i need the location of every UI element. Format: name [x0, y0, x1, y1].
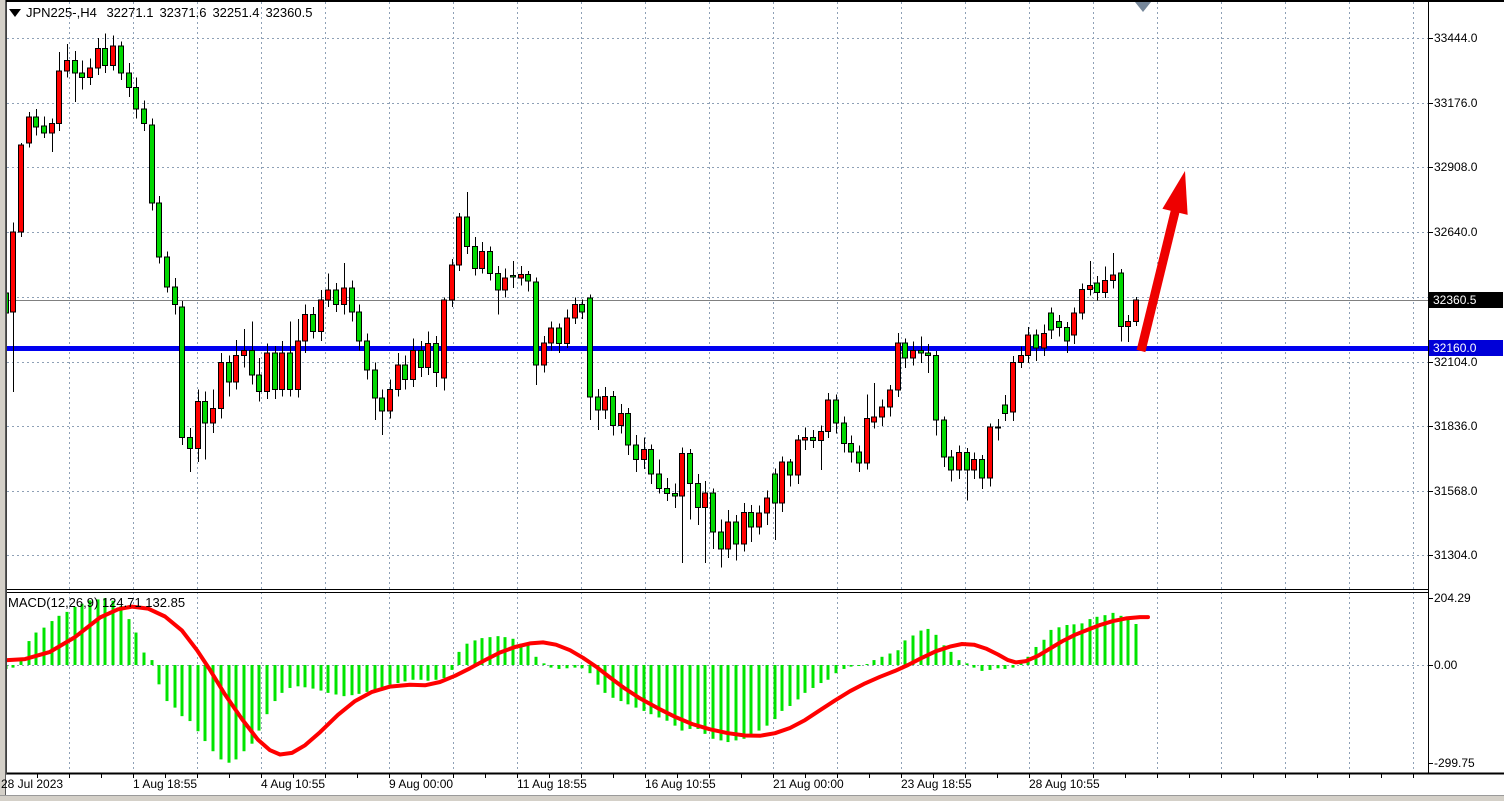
ohlc-high: 32371.6: [159, 5, 206, 20]
price-axis-label: 31304.0: [1434, 548, 1477, 562]
time-axis-label: 1 Aug 18:55: [133, 777, 197, 791]
time-axis-label: 9 Aug 00:00: [389, 777, 453, 791]
macd-indicator-label: MACD(12,26,9) 124.71 132.85: [8, 595, 185, 610]
price-axis-label: 33444.0: [1434, 31, 1477, 45]
time-axis-label: 23 Aug 18:55: [901, 777, 972, 791]
window-bottom-edge: [0, 795, 1504, 801]
time-axis-label: 28 Aug 10:55: [1029, 777, 1100, 791]
time-axis-label: 16 Aug 10:55: [645, 777, 716, 791]
price-axis-label: 33176.0: [1434, 96, 1477, 110]
support-line-price-badge: 32160.0: [1429, 340, 1503, 356]
current-price-badge: 32360.5: [1429, 292, 1503, 308]
chart-top-border: [0, 0, 1504, 2]
time-axis-label: 4 Aug 10:55: [261, 777, 325, 791]
macd-axis-label: 204.29: [1434, 591, 1471, 605]
chart-title: JPN225-,H4 32271.1 32371.6 32251.4 32360.5: [26, 5, 318, 20]
ohlc-open: 32271.1: [106, 5, 153, 20]
macd-values: 124.71 132.85: [102, 595, 185, 610]
price-axis-label: 31836.0: [1434, 419, 1477, 433]
window-left-edge: [0, 0, 6, 795]
price-chart-canvas[interactable]: [0, 0, 1504, 801]
price-axis-label: 32908.0: [1434, 160, 1477, 174]
macd-name: MACD(12,26,9): [8, 595, 98, 610]
symbol-label: JPN225-,H4: [26, 5, 97, 20]
macd-axis-label: 0.00: [1434, 658, 1457, 672]
symbol-dropdown-icon[interactable]: [9, 9, 21, 17]
ohlc-low: 32251.4: [212, 5, 259, 20]
time-axis-label: 11 Aug 18:55: [517, 777, 587, 791]
price-axis-label: 31568.0: [1434, 484, 1477, 498]
chart-shift-marker-icon[interactable]: [1135, 2, 1151, 12]
ohlc-close: 32360.5: [265, 5, 312, 20]
price-axis-label: 32640.0: [1434, 225, 1477, 239]
macd-axis-label: -299.75: [1434, 756, 1475, 770]
time-axis-label: 28 Jul 2023: [1, 777, 63, 791]
chart-window: JPN225-,H4 32271.132371.632251.432360.5 …: [0, 0, 1504, 801]
time-axis-label: 21 Aug 00:00: [773, 777, 844, 791]
price-axis-label: 32104.0: [1434, 355, 1477, 369]
